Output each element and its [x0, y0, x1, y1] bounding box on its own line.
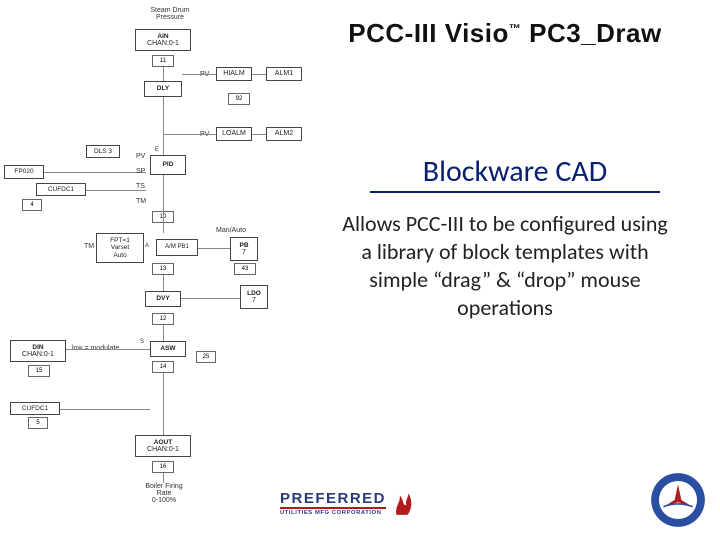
block-hdr: AOUT [154, 439, 172, 446]
brand-sub: UTILITIES MFG CORPORATION [280, 510, 382, 516]
block-hdr: DIN [32, 344, 43, 351]
block-92: 92 [228, 93, 250, 105]
blockware-diagram: Steam DrumPressure AIN CHAN:0-1 11 DLY P… [0, 5, 312, 535]
block-hdr: LDO [247, 290, 261, 297]
block-dls3: DLS 3 [86, 145, 120, 158]
brand-text: PREFERRED UTILITIES MFG CORPORATION [280, 491, 386, 516]
block-alm1: ALM1 [266, 67, 302, 81]
label-s: S [140, 339, 144, 345]
brand-word: PREFERRED [280, 491, 386, 509]
block-ain: AIN CHAN:0-1 [135, 29, 191, 51]
wire [60, 409, 150, 410]
block-alm2: ALM2 [266, 127, 302, 141]
block-loalm: LOALM [216, 127, 252, 141]
label-tm: TM [136, 198, 146, 205]
block-hdr: PB [239, 242, 248, 249]
label-steam-drum: Steam DrumPressure [140, 7, 200, 21]
wire [86, 190, 146, 191]
wire [163, 373, 164, 435]
wire [163, 473, 164, 483]
block-cufdc1b: CUFDC1 [10, 402, 60, 415]
block-12: 12 [152, 313, 174, 325]
label-ts: TS [136, 183, 145, 190]
block-aout: AOUT CHAN:0-1 [135, 435, 191, 457]
label-sp: SP [136, 168, 145, 175]
block-43: 43 [234, 263, 256, 275]
block-fp020: FP020 [4, 165, 44, 179]
title-pre: PCC-III Visio [348, 18, 509, 48]
wire [182, 74, 216, 75]
label-manauto: Man/Auto [216, 227, 246, 234]
block-11: 11 [152, 55, 174, 67]
wire [163, 175, 164, 233]
brand-logo-left: PREFERRED UTILITIES MFG CORPORATION [280, 490, 414, 516]
block-16: 16 [152, 461, 174, 473]
block-sub: CHAN:0-1 [22, 351, 54, 359]
slide: PCC-III Visio™ PC3_Draw Blockware CAD Al… [0, 0, 720, 540]
title-post: PC3_Draw [521, 18, 661, 48]
block-num: 7 [252, 297, 256, 305]
block-pid: PID [150, 155, 186, 175]
wire [198, 248, 230, 249]
block-hdr: ASW [160, 345, 175, 352]
block-5: 5 [28, 417, 48, 429]
block-ampb1: A/M PB1 [156, 239, 198, 256]
wire [252, 134, 266, 135]
wire [163, 141, 164, 155]
block-cufdc1a: CUFDC1 [36, 183, 86, 196]
block-sub: CHAN:0-1 [147, 446, 179, 454]
flame-icon [392, 490, 414, 516]
wire [44, 172, 146, 173]
block-hdr: DLY [157, 85, 169, 92]
subtitle: Blockware CAD [370, 155, 660, 193]
wire [181, 298, 240, 299]
slide-title: PCC-III Visio™ PC3_Draw [310, 18, 700, 49]
body-text: Allows PCC-III to be configured using a … [340, 210, 670, 323]
label-e: E [155, 147, 159, 153]
block-ldo: LDO 7 [240, 285, 268, 309]
block-pb: PB 7 [230, 237, 258, 261]
block-fptr1: FPT=1VarsetAuto [96, 233, 144, 263]
block-d4: 4 [22, 199, 42, 211]
block-hialm: HIALM [216, 67, 252, 81]
block-hdr: DVY [156, 295, 169, 302]
block-13: 13 [152, 263, 174, 275]
block-asw: ASW [150, 341, 186, 357]
block-dly: DLY [144, 81, 182, 97]
block-25: 25 [196, 351, 216, 363]
wire [163, 325, 164, 341]
block-din: DIN CHAN:0-1 [10, 340, 66, 362]
block-14: 14 [152, 361, 174, 373]
block-hdr: PID [163, 161, 174, 168]
title-tm: ™ [509, 21, 522, 35]
label-tm2: TM [84, 243, 94, 250]
wire [163, 134, 216, 135]
wire [163, 67, 164, 81]
label-boiler: Boiler FiringRate0-100% [134, 483, 194, 504]
badge-icon [650, 472, 706, 528]
wire [252, 74, 266, 75]
label-pv: PV [136, 153, 145, 160]
wire [66, 349, 150, 350]
wire [163, 275, 164, 291]
block-sub: CHAN:0-1 [147, 40, 179, 48]
block-dvy2: DVY [145, 291, 181, 307]
block-15: 15 [28, 365, 50, 377]
block-hdr: AIN [157, 33, 168, 40]
label-a: A [145, 243, 149, 249]
block-num: 7 [242, 249, 246, 257]
